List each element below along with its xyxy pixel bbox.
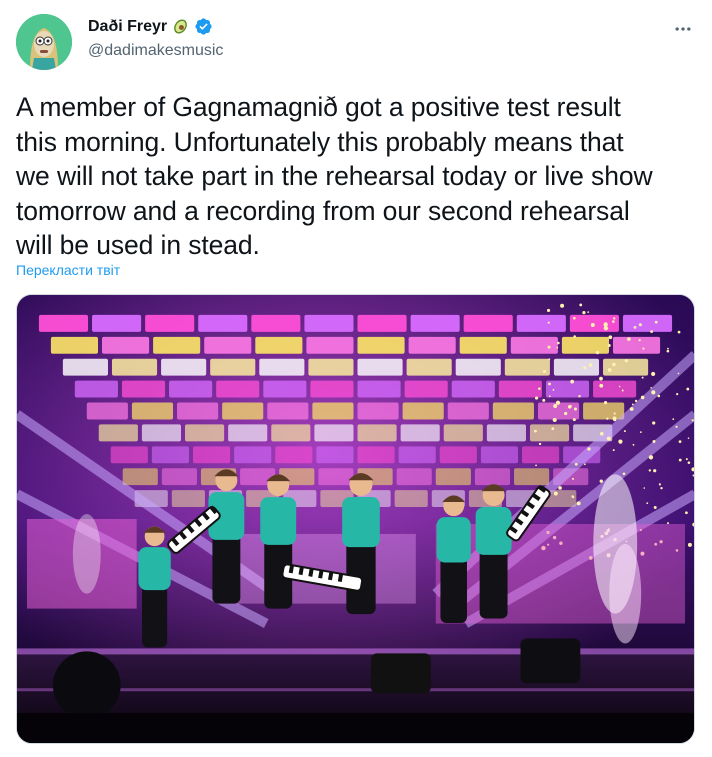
more-icon (675, 27, 691, 31)
tweet-photo[interactable] (16, 294, 695, 744)
tweet-text: A member of Gagnamagnið got a positive t… (16, 92, 653, 260)
verified-icon (194, 17, 213, 36)
handle[interactable]: @dadimakesmusic (88, 42, 223, 60)
more-button[interactable] (668, 14, 698, 44)
avocado-icon (171, 17, 190, 36)
translate-tweet-link[interactable]: Перекласти твіт (16, 262, 120, 278)
author-name-row: Daði Freyr (88, 17, 213, 36)
display-name[interactable]: Daði Freyr (88, 18, 167, 36)
avatar-image (16, 14, 72, 70)
avatar[interactable] (16, 14, 72, 70)
stage-photo (17, 295, 694, 743)
tweet: Daði Freyr @dadimakesmusic A member of G… (0, 0, 712, 757)
